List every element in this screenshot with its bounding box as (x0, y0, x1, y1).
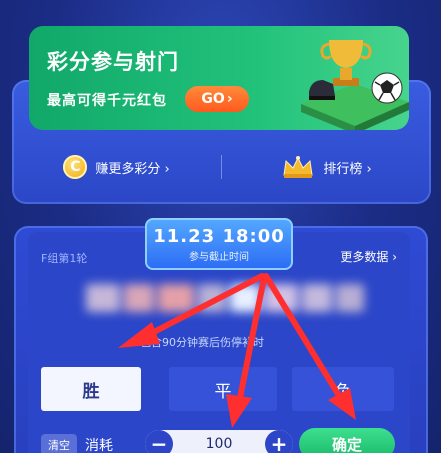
chevron-right-icon: › (226, 91, 233, 107)
group-round-label: F组第1轮 (41, 252, 88, 265)
amount-value[interactable]: 100 (206, 436, 233, 452)
promo-title: 彩分参与射门 (47, 50, 179, 74)
clear-button[interactable]: 清空 (41, 434, 77, 453)
stoppage-time-note: 包含90分钟赛后伤停补时 (140, 336, 264, 349)
coin-icon: C (63, 155, 88, 179)
more-data-link[interactable]: 更多数据 › (340, 248, 397, 265)
leaderboard-label: 排行榜 › (323, 161, 372, 177)
increment-button[interactable]: + (264, 430, 293, 453)
option-win[interactable]: 胜 (41, 367, 141, 411)
go-button-label: GO (201, 91, 225, 107)
decrement-button[interactable]: − (145, 430, 173, 453)
deadline-time: 11.23 18:00 (153, 225, 285, 247)
teams-blurred (70, 282, 380, 314)
option-lose[interactable]: 负 (292, 367, 394, 411)
confirm-button[interactable]: 确定 (299, 428, 395, 453)
go-button[interactable]: GO › (185, 86, 249, 112)
crown-icon (283, 156, 313, 178)
amount-stepper: − 100 + (145, 430, 293, 453)
leaderboard-link[interactable]: 排行榜 › (222, 155, 431, 179)
earn-more-points-link[interactable]: C 赚更多彩分 › (12, 155, 221, 179)
bet-row: 清空 消耗 − 100 + 确定 (41, 428, 411, 453)
deadline-label: 参与截止时间 (189, 251, 249, 263)
links-row: C 赚更多彩分 › 排行榜 › (12, 145, 431, 189)
consume-label: 消耗 (85, 438, 113, 453)
earn-more-points-label: 赚更多彩分 › (95, 161, 170, 177)
option-draw[interactable]: 平 (169, 367, 277, 411)
promo-subtitle: 最高可得千元红包 (47, 93, 167, 109)
deadline-time-card: 11.23 18:00 参与截止时间 (145, 218, 293, 270)
trophy-icon (301, 40, 409, 130)
promo-banner[interactable]: 彩分参与射门 最高可得千元红包 GO › (29, 26, 409, 130)
